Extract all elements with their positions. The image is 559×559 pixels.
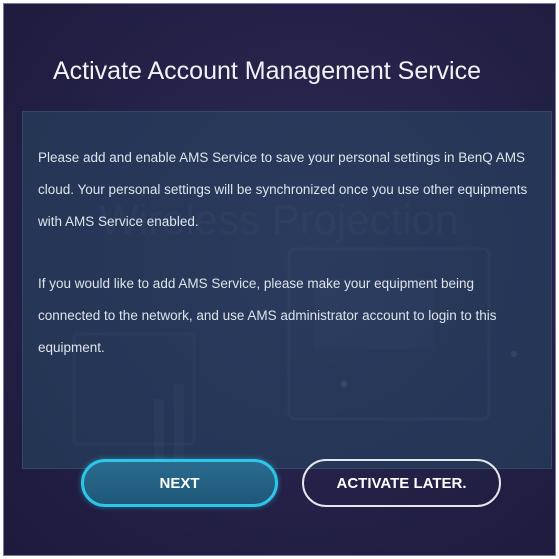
message-body: Please add and enable AMS Service to sav… (38, 142, 533, 364)
message-paragraph-2: If you would like to add AMS Service, pl… (38, 276, 497, 355)
ams-dialog: Wireless Projection Activate Account Man… (3, 3, 556, 556)
activate-later-button[interactable]: ACTIVATE LATER. (302, 459, 501, 507)
dialog-title: Activate Account Management Service (53, 57, 482, 85)
message-paragraph-1: Please add and enable AMS Service to sav… (38, 150, 528, 229)
next-button[interactable]: NEXT (81, 459, 278, 507)
